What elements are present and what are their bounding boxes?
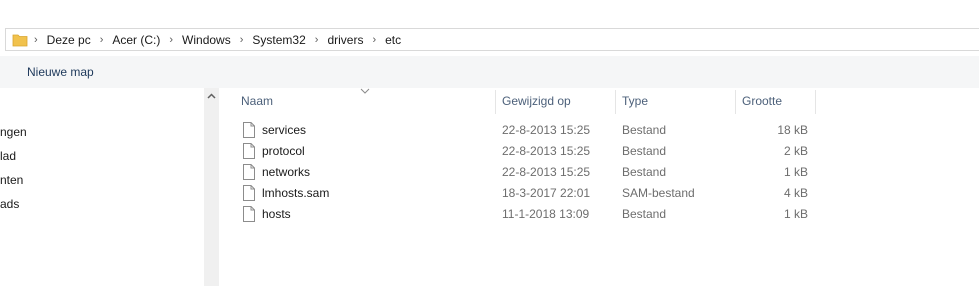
file-size: 1 kB: [783, 165, 808, 179]
file-name: lmhosts.sam: [262, 186, 330, 200]
column-header-type[interactable]: Type: [616, 88, 736, 114]
file-icon: [243, 164, 255, 180]
file-modified: 18-3-2017 22:01: [502, 186, 591, 200]
file-type: Bestand: [622, 165, 667, 179]
file-row[interactable]: networks 22-8-2013 15:25 Bestand 1 kB: [239, 162, 819, 183]
nav-item[interactable]: ads: [0, 197, 19, 211]
file-type: Bestand: [622, 123, 667, 137]
chevron-right-icon[interactable]: ›: [169, 34, 173, 46]
breadcrumb-label: drivers: [327, 32, 364, 47]
file-type: SAM-bestand: [622, 186, 695, 200]
file-size: 2 kB: [783, 144, 808, 158]
nav-item[interactable]: ngen: [0, 125, 27, 139]
breadcrumb-item-acer[interactable]: Acer (C:): [112, 33, 160, 47]
navigation-scrollbar[interactable]: [204, 88, 219, 286]
file-size: 1 kB: [783, 207, 808, 221]
breadcrumb-label: etc: [385, 32, 402, 47]
new-folder-button[interactable]: Nieuwe map: [27, 65, 94, 79]
column-header-modified[interactable]: Gewijzigd op: [496, 88, 616, 114]
file-row[interactable]: services 22-8-2013 15:25 Bestand 18 kB: [239, 120, 819, 141]
file-type: Bestand: [622, 207, 667, 221]
address-bar[interactable]: › Deze pc › Acer (C:) › Windows › System…: [5, 28, 979, 51]
folder-icon: [12, 32, 28, 48]
column-headers: Naam Gewijzigd op Type Grootte: [221, 88, 979, 114]
file-icon: [243, 122, 255, 138]
file-row[interactable]: protocol 22-8-2013 15:25 Bestand 2 kB: [239, 141, 819, 162]
navigation-pane: ngen lad nten ads: [0, 88, 204, 286]
chevron-right-icon[interactable]: ›: [240, 34, 244, 46]
breadcrumb-label: Deze pc: [46, 32, 91, 47]
breadcrumb-item-windows[interactable]: Windows: [182, 33, 231, 47]
file-name: protocol: [262, 144, 305, 158]
file-modified: 22-8-2013 15:25: [502, 165, 591, 179]
column-divider[interactable]: [815, 90, 816, 114]
file-modified: 22-8-2013 15:25: [502, 144, 591, 158]
column-header-size[interactable]: Grootte: [736, 88, 816, 114]
chevron-right-icon[interactable]: ›: [34, 34, 38, 46]
nav-item[interactable]: lad: [0, 149, 16, 163]
chevron-up-icon[interactable]: [207, 92, 216, 101]
nav-item[interactable]: nten: [0, 173, 23, 187]
breadcrumb-label: Acer (C:): [112, 32, 161, 47]
breadcrumb-item-etc[interactable]: etc: [385, 33, 401, 47]
command-bar: Nieuwe map: [0, 56, 979, 88]
file-name: networks: [262, 165, 311, 179]
file-row[interactable]: hosts 11-1-2018 13:09 Bestand 1 kB: [239, 204, 819, 225]
file-size: 18 kB: [777, 123, 808, 137]
column-header-name[interactable]: Naam: [235, 88, 495, 114]
file-modified: 22-8-2013 15:25: [502, 123, 591, 137]
file-modified: 11-1-2018 13:09: [502, 207, 590, 221]
breadcrumb-label: System32: [252, 32, 306, 47]
file-size: 4 kB: [783, 186, 808, 200]
breadcrumb-label: Windows: [182, 32, 231, 47]
file-type: Bestand: [622, 144, 667, 158]
file-icon: [243, 143, 255, 159]
file-name: hosts: [262, 207, 291, 221]
breadcrumb-item-drivers[interactable]: drivers: [327, 33, 363, 47]
file-row[interactable]: lmhosts.sam 18-3-2017 22:01 SAM-bestand …: [239, 183, 819, 204]
file-name: services: [262, 123, 307, 137]
file-icon: [243, 206, 255, 222]
breadcrumb-item-deze-pc[interactable]: Deze pc: [47, 33, 91, 47]
chevron-right-icon[interactable]: ›: [100, 34, 104, 46]
chevron-right-icon[interactable]: ›: [372, 34, 376, 46]
file-icon: [243, 185, 255, 201]
breadcrumb-item-system32[interactable]: System32: [252, 33, 305, 47]
chevron-right-icon[interactable]: ›: [315, 34, 319, 46]
